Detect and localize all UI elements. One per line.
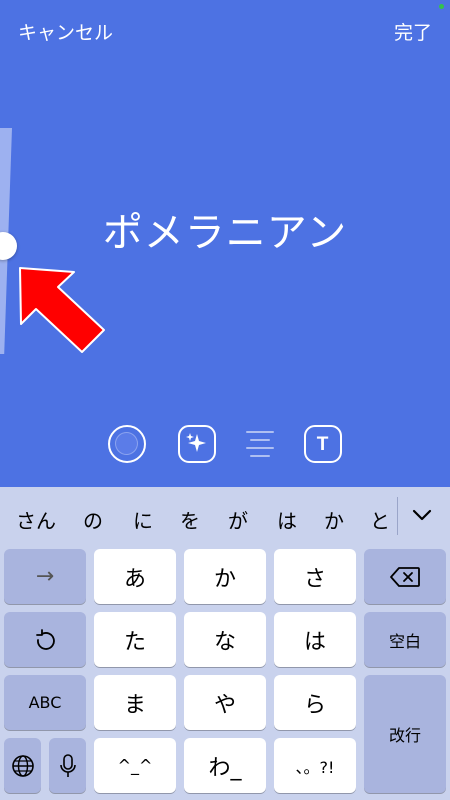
undo-icon xyxy=(36,628,55,650)
align-line xyxy=(246,447,274,449)
status-indicator-dot xyxy=(439,4,444,9)
suggestion-item[interactable]: か xyxy=(324,505,344,534)
emoticon-key[interactable]: ^_^ xyxy=(94,738,176,793)
key-ha[interactable]: は xyxy=(274,612,356,667)
key-ya[interactable]: や xyxy=(184,675,266,730)
key-ma[interactable]: ま xyxy=(94,675,176,730)
suggestion-item[interactable]: は xyxy=(277,505,297,534)
suggestion-item[interactable]: が xyxy=(228,505,248,534)
font-icon: T xyxy=(317,434,329,455)
text-font-button[interactable]: T xyxy=(304,425,342,463)
suggestion-divider xyxy=(397,497,398,535)
key-ta[interactable]: た xyxy=(94,612,176,667)
suggestion-item[interactable]: を xyxy=(180,505,200,534)
delete-key[interactable] xyxy=(364,549,446,604)
key-na[interactable]: な xyxy=(184,612,266,667)
suggestion-item[interactable]: の xyxy=(83,505,103,534)
key-ka[interactable]: か xyxy=(184,549,266,604)
abc-key[interactable]: ABC xyxy=(4,675,86,730)
microphone-icon xyxy=(59,753,76,777)
undo-key[interactable] xyxy=(4,612,86,667)
text-align-button[interactable] xyxy=(241,425,279,463)
key-wa[interactable]: わ_ xyxy=(184,738,266,793)
dictation-key[interactable] xyxy=(49,738,86,793)
punctuation-key[interactable]: 、。?! xyxy=(274,738,356,793)
annotation-arrow-icon xyxy=(19,267,105,353)
suggestion-bar: さん の に を が は か と xyxy=(0,487,450,545)
key-a[interactable]: あ xyxy=(94,549,176,604)
chevron-down-icon[interactable] xyxy=(411,507,433,523)
suggestion-item[interactable]: に xyxy=(133,505,153,534)
align-line xyxy=(250,439,270,441)
align-line xyxy=(250,455,270,457)
next-candidate-key[interactable]: → xyxy=(4,549,86,604)
align-line xyxy=(246,431,274,433)
key-ra[interactable]: ら xyxy=(274,675,356,730)
sparkle-icon xyxy=(186,433,206,452)
globe-key[interactable] xyxy=(4,738,41,793)
color-swatch-icon xyxy=(115,432,138,455)
story-text[interactable]: ポメラニアン xyxy=(0,200,450,258)
return-key[interactable]: 改行 xyxy=(364,675,446,793)
text-editor-canvas: キャンセル 完了 ポメラニアン T xyxy=(0,0,450,487)
done-button[interactable]: 完了 xyxy=(394,18,432,45)
text-effect-button[interactable] xyxy=(178,425,216,463)
japanese-keyboard: さん の に を が は か と → あ か さ た な は 空白 ABC ま … xyxy=(0,487,450,800)
suggestion-item[interactable]: と xyxy=(370,505,390,534)
globe-icon xyxy=(11,754,34,777)
backspace-icon xyxy=(390,566,420,587)
space-key[interactable]: 空白 xyxy=(364,612,446,667)
key-sa[interactable]: さ xyxy=(274,549,356,604)
text-color-button[interactable] xyxy=(108,425,146,463)
cancel-button[interactable]: キャンセル xyxy=(18,18,113,45)
svg-text:T: T xyxy=(317,434,329,455)
suggestion-item[interactable]: さん xyxy=(16,505,56,534)
